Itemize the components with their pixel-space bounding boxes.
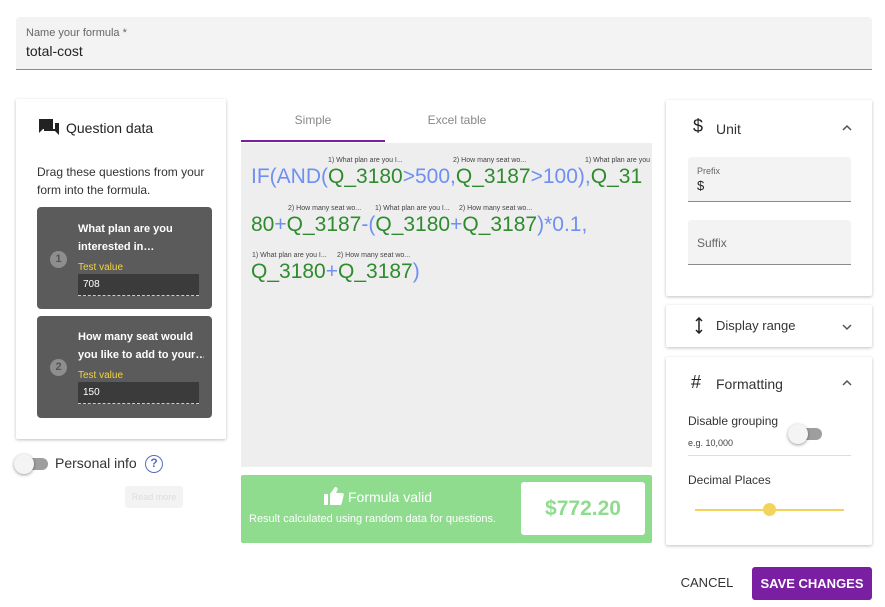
- disable-grouping-label: Disable grouping: [688, 414, 779, 428]
- formula-operator: +: [450, 213, 463, 236]
- test-value-label: Test value: [78, 262, 124, 273]
- read-more-button[interactable]: Read more: [125, 486, 183, 508]
- question-reference-label: 2) How many seat wo...: [337, 252, 411, 259]
- question-reference-label: 2) How many seat wo...: [453, 157, 527, 164]
- formatting-panel: # Formatting Disable grouping e.g. 10,00…: [666, 357, 872, 545]
- formula-variable[interactable]: Q_31: [591, 165, 642, 188]
- question-data-instructions: Drag these questions from your form into…: [37, 165, 205, 197]
- formatting-title: Formatting: [716, 376, 783, 392]
- tab-excel-table[interactable]: Excel table: [385, 100, 529, 142]
- formula-operator: -(: [361, 213, 376, 236]
- personal-info-toggle-knob[interactable]: [14, 454, 34, 474]
- decimal-places-slider-thumb[interactable]: [763, 503, 776, 516]
- forum-icon: [39, 119, 59, 135]
- grouping-example: e.g. 10,000: [688, 438, 734, 448]
- formula-variable[interactable]: 80: [251, 213, 274, 236]
- question-card[interactable]: 2 How many seat would you like to add to…: [37, 316, 212, 418]
- suffix-placeholder: Suffix: [697, 236, 727, 250]
- question-reference-label: 1) What plan are you I...: [375, 205, 450, 212]
- formula-function: IF(AND(: [251, 165, 328, 188]
- question-text: How many seat would: [78, 331, 193, 343]
- formula-operator: >500,: [402, 165, 456, 188]
- formula-valid-banner: Formula valid Result calculated using ra…: [241, 475, 652, 543]
- test-value-input[interactable]: 150: [78, 382, 199, 404]
- suffix-field[interactable]: Suffix: [688, 220, 851, 265]
- formula-operator: >100),: [530, 165, 591, 188]
- question-reference-label: 1) What plan are you I...: [328, 157, 403, 164]
- question-text: you like to add to your…: [78, 349, 204, 361]
- chevron-up-icon[interactable]: [842, 123, 852, 133]
- formula-operator: )*0.1,: [537, 213, 588, 236]
- help-icon[interactable]: ?: [145, 455, 163, 473]
- test-value-label: Test value: [78, 370, 124, 381]
- decimal-places-label: Decimal Places: [688, 473, 771, 487]
- question-data-panel: Question data Drag these questions from …: [16, 99, 226, 439]
- question-text: What plan are you: [78, 223, 173, 235]
- question-reference-label: 2) How many seat wo...: [288, 205, 362, 212]
- formula-variable[interactable]: Q_3187: [338, 260, 413, 283]
- cancel-button[interactable]: CANCEL: [676, 567, 738, 599]
- question-data-title: Question data: [66, 120, 154, 136]
- active-tab-indicator: [241, 140, 385, 142]
- formula-variable[interactable]: Q_3187: [462, 213, 537, 236]
- display-range-panel[interactable]: Display range: [666, 305, 872, 347]
- calculated-result: $772.20: [521, 482, 645, 535]
- unit-panel: $ Unit Prefix $ Suffix: [666, 100, 872, 296]
- formula-valid-title: Formula valid: [348, 489, 433, 505]
- formula-name-field[interactable]: Name your formula * total-cost: [16, 17, 872, 70]
- formula-valid-subtitle: Result calculated using random data for …: [249, 513, 497, 525]
- formula-editor[interactable]: 1) What plan are you I... 2) How many se…: [241, 143, 652, 467]
- formula-variable[interactable]: Q_3180: [328, 165, 403, 188]
- prefix-label: Prefix: [697, 166, 721, 176]
- prefix-value[interactable]: $: [697, 178, 704, 193]
- tab-simple[interactable]: Simple: [241, 100, 385, 142]
- thumbs-up-icon: [324, 487, 344, 505]
- formula-name-label: Name your formula *: [26, 27, 127, 39]
- formula-variable[interactable]: Q_3187: [456, 165, 531, 188]
- question-number-badge: 1: [50, 251, 67, 268]
- question-number-badge: 2: [50, 359, 67, 376]
- test-value-input[interactable]: 708: [78, 274, 199, 296]
- formula-line: IF(AND(Q_3180>500,Q_3187>100),Q_31: [251, 165, 642, 189]
- question-reference-label: 1) What plan are you: [585, 157, 650, 164]
- formula-variable[interactable]: Q_3180: [251, 260, 326, 283]
- formula-variable[interactable]: Q_3187: [287, 213, 362, 236]
- hash-icon: #: [691, 372, 702, 392]
- formula-name-value[interactable]: total-cost: [26, 43, 83, 59]
- prefix-field[interactable]: Prefix $: [688, 157, 851, 202]
- personal-info-label: Personal info: [55, 455, 137, 471]
- formula-operator: ): [412, 260, 420, 283]
- display-range-title: Display range: [716, 318, 796, 333]
- question-reference-label: 1) What plan are you I...: [252, 252, 327, 259]
- question-card[interactable]: 1 What plan are you interested in… Test …: [37, 207, 212, 309]
- unit-panel-title: Unit: [716, 121, 741, 137]
- formula-operator: +: [325, 260, 338, 283]
- chevron-up-icon[interactable]: [842, 378, 852, 388]
- divider: [688, 455, 851, 456]
- disable-grouping-toggle-knob[interactable]: [788, 424, 808, 444]
- formula-line: 80+Q_3187-(Q_3180+Q_3187)*0.1,: [251, 213, 587, 237]
- save-changes-button[interactable]: SAVE CHANGES: [752, 567, 872, 600]
- dollar-icon: $: [693, 116, 704, 136]
- formula-operator: +: [274, 213, 287, 236]
- question-reference-label: 2) How many seat wo...: [459, 205, 533, 212]
- chevron-down-icon[interactable]: [842, 322, 852, 332]
- vertical-resize-icon: [695, 317, 703, 334]
- question-text: interested in…: [78, 241, 155, 253]
- formula-variable[interactable]: Q_3180: [375, 213, 450, 236]
- formula-line: Q_3180+Q_3187): [251, 260, 420, 284]
